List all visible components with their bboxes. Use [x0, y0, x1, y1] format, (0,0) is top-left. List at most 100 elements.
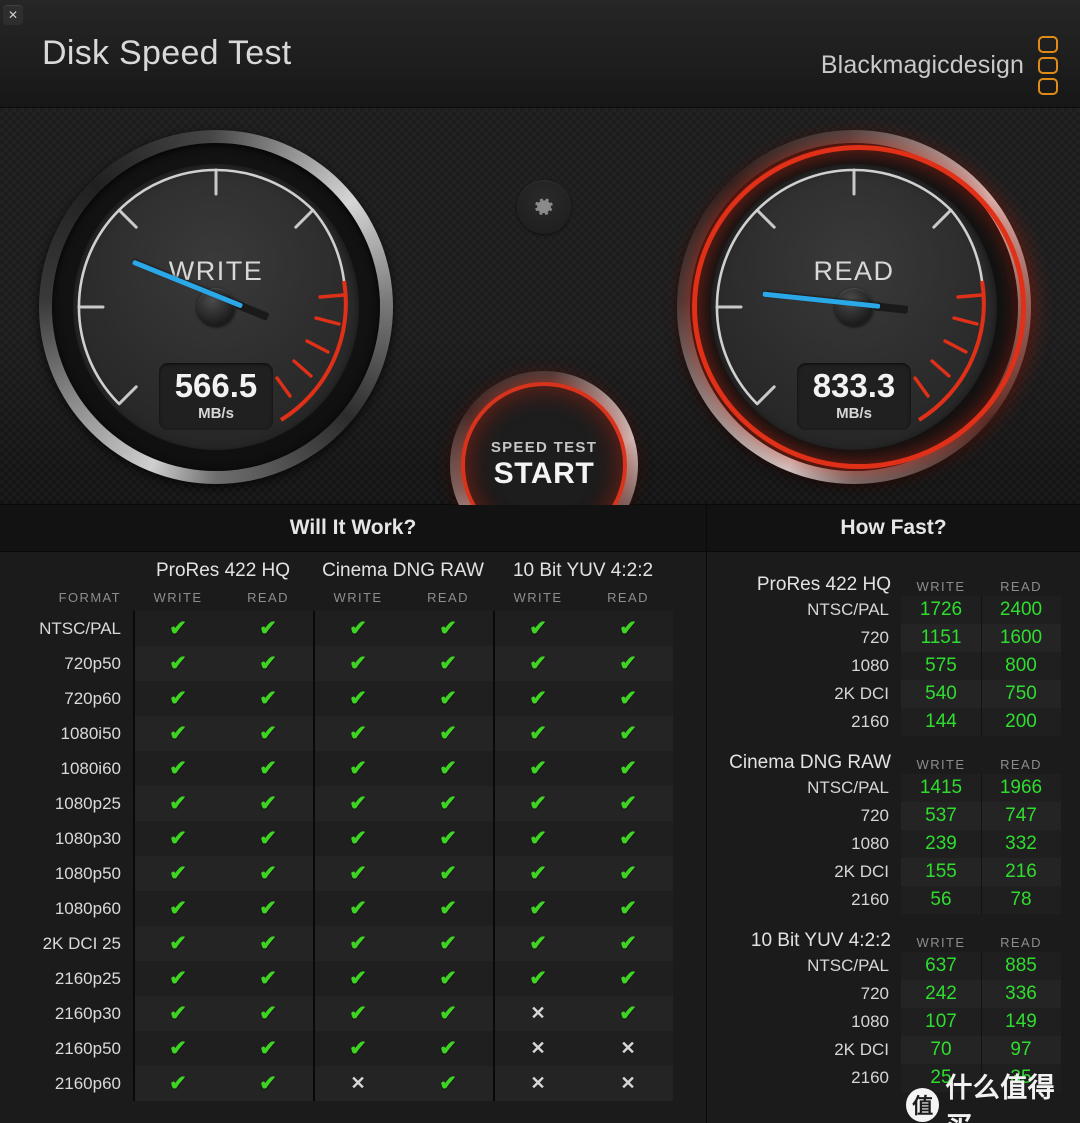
- speed-write-value: 1151: [901, 624, 981, 652]
- support-cell: ✕: [583, 1031, 673, 1066]
- speed-row-format: 2160: [851, 712, 889, 731]
- check-icon: ✔: [259, 652, 277, 675]
- check-icon: ✔: [529, 652, 547, 675]
- check-icon: ✔: [439, 1002, 457, 1025]
- support-cell: ✔: [133, 961, 223, 996]
- check-icon: ✔: [349, 652, 367, 675]
- support-cell: ✔: [223, 681, 313, 716]
- speed-row-format: 2K DCI: [834, 684, 889, 703]
- format-label: 2160p30: [54, 1003, 121, 1023]
- subheader-read-1: READ: [247, 590, 289, 605]
- support-cell: ✔: [583, 716, 673, 751]
- table-row: 720p50 ✔ ✔ ✔ ✔ ✔ ✔: [0, 646, 706, 681]
- check-icon: ✔: [259, 862, 277, 885]
- support-cell: ✔: [133, 1031, 223, 1066]
- support-cell: ✔: [223, 961, 313, 996]
- check-icon: ✔: [529, 932, 547, 955]
- support-cell: ✔: [223, 821, 313, 856]
- speed-group: Cinema DNG RAW WRITE READ NTSC/PAL 1415 1966 7…: [707, 740, 1080, 914]
- row-spacer: [673, 681, 706, 716]
- check-icon: ✔: [619, 792, 637, 815]
- support-cell: ✔: [223, 856, 313, 891]
- write-value-box: 566.5 MB/s: [159, 363, 273, 430]
- check-icon: ✔: [169, 827, 187, 850]
- table-row: NTSC/PAL ✔ ✔ ✔ ✔ ✔ ✔: [0, 611, 706, 646]
- check-icon: ✔: [349, 757, 367, 780]
- support-cell: ✔: [403, 996, 493, 1031]
- speed-read-value: 1600: [981, 624, 1061, 652]
- support-cell: ✔: [133, 856, 223, 891]
- check-icon: ✔: [439, 652, 457, 675]
- speed-row: 2K DCI 70 97: [707, 1036, 1080, 1064]
- support-cell: ✔: [583, 996, 673, 1031]
- speed-write-header: WRITE: [916, 579, 966, 594]
- check-icon: ✔: [169, 862, 187, 885]
- speed-read-header: READ: [1000, 579, 1042, 594]
- start-button-subtitle: SPEED TEST: [490, 439, 598, 456]
- speed-read-value: 78: [981, 886, 1061, 914]
- check-icon: ✔: [349, 827, 367, 850]
- table-row: 2160p50 ✔ ✔ ✔ ✔ ✕ ✕: [0, 1031, 706, 1066]
- speed-row-format: NTSC/PAL: [807, 778, 889, 797]
- support-cell: ✔: [313, 646, 403, 681]
- speed-row: 2160 56 78: [707, 886, 1080, 914]
- how-fast-title: How Fast?: [840, 516, 947, 539]
- write-gauge: WRITE 566.5 MB/s: [35, 126, 407, 488]
- speed-row-format: NTSC/PAL: [807, 600, 889, 619]
- speed-row-format: 720: [860, 806, 889, 825]
- support-cell: ✔: [493, 646, 583, 681]
- gear-glyph: [535, 198, 553, 215]
- speed-write-header: WRITE: [916, 757, 966, 772]
- gear-icon[interactable]: [517, 180, 571, 234]
- support-cell: ✔: [133, 611, 223, 646]
- speed-read-value: 332: [981, 830, 1061, 858]
- check-icon: ✔: [529, 862, 547, 885]
- speed-read-value: 1966: [981, 774, 1061, 802]
- speed-row-format: 2K DCI: [834, 862, 889, 881]
- table-row: 1080p50 ✔ ✔ ✔ ✔ ✔ ✔: [0, 856, 706, 891]
- support-cell: ✔: [583, 891, 673, 926]
- check-icon: ✔: [439, 967, 457, 990]
- cross-icon: ✕: [530, 1073, 546, 1093]
- support-cell: ✔: [493, 751, 583, 786]
- format-label: 2K DCI 25: [42, 933, 121, 953]
- how-fast-groups: ProRes 422 HQ WRITE READ NTSC/PAL 1726 2400 72…: [707, 552, 1080, 1092]
- support-cell: ✕: [583, 1066, 673, 1101]
- speed-read-value: 200: [981, 708, 1061, 736]
- support-cell: ✔: [583, 821, 673, 856]
- row-spacer: [673, 786, 706, 821]
- speed-row: 1080 575 800: [707, 652, 1080, 680]
- check-icon: ✔: [619, 687, 637, 710]
- check-icon: ✔: [169, 1072, 187, 1095]
- read-unit: MB/s: [836, 405, 872, 422]
- support-cell: ✔: [493, 856, 583, 891]
- support-cell: ✔: [403, 1066, 493, 1101]
- check-icon: ✔: [439, 862, 457, 885]
- check-icon: ✔: [619, 827, 637, 850]
- speed-row-format: 720: [860, 984, 889, 1003]
- write-gauge-label: WRITE: [168, 256, 264, 286]
- blackmagic-mark-icon: [1038, 36, 1058, 95]
- row-spacer: [673, 996, 706, 1031]
- support-cell: ✔: [583, 856, 673, 891]
- table-row: 1080p30 ✔ ✔ ✔ ✔ ✔ ✔: [0, 821, 706, 856]
- support-cell: ✔: [403, 891, 493, 926]
- support-cell: ✔: [403, 751, 493, 786]
- table-row: 1080i50 ✔ ✔ ✔ ✔ ✔ ✔: [0, 716, 706, 751]
- check-icon: ✔: [169, 722, 187, 745]
- support-cell: ✕: [493, 996, 583, 1031]
- speed-row-format: 1080: [851, 834, 889, 853]
- support-cell: ✔: [313, 996, 403, 1031]
- check-icon: ✔: [439, 1072, 457, 1095]
- check-icon: ✔: [439, 722, 457, 745]
- support-cell: ✔: [493, 681, 583, 716]
- close-icon[interactable]: ✕: [3, 5, 23, 25]
- format-label: 1080p25: [54, 793, 121, 813]
- speed-row-format: 2160: [851, 890, 889, 909]
- speed-write-value: 56: [901, 886, 981, 914]
- check-icon: ✔: [349, 897, 367, 920]
- support-cell: ✔: [133, 891, 223, 926]
- speed-read-value: 2400: [981, 596, 1061, 624]
- check-icon: ✔: [529, 897, 547, 920]
- speed-row: 720 1151 1600: [707, 624, 1080, 652]
